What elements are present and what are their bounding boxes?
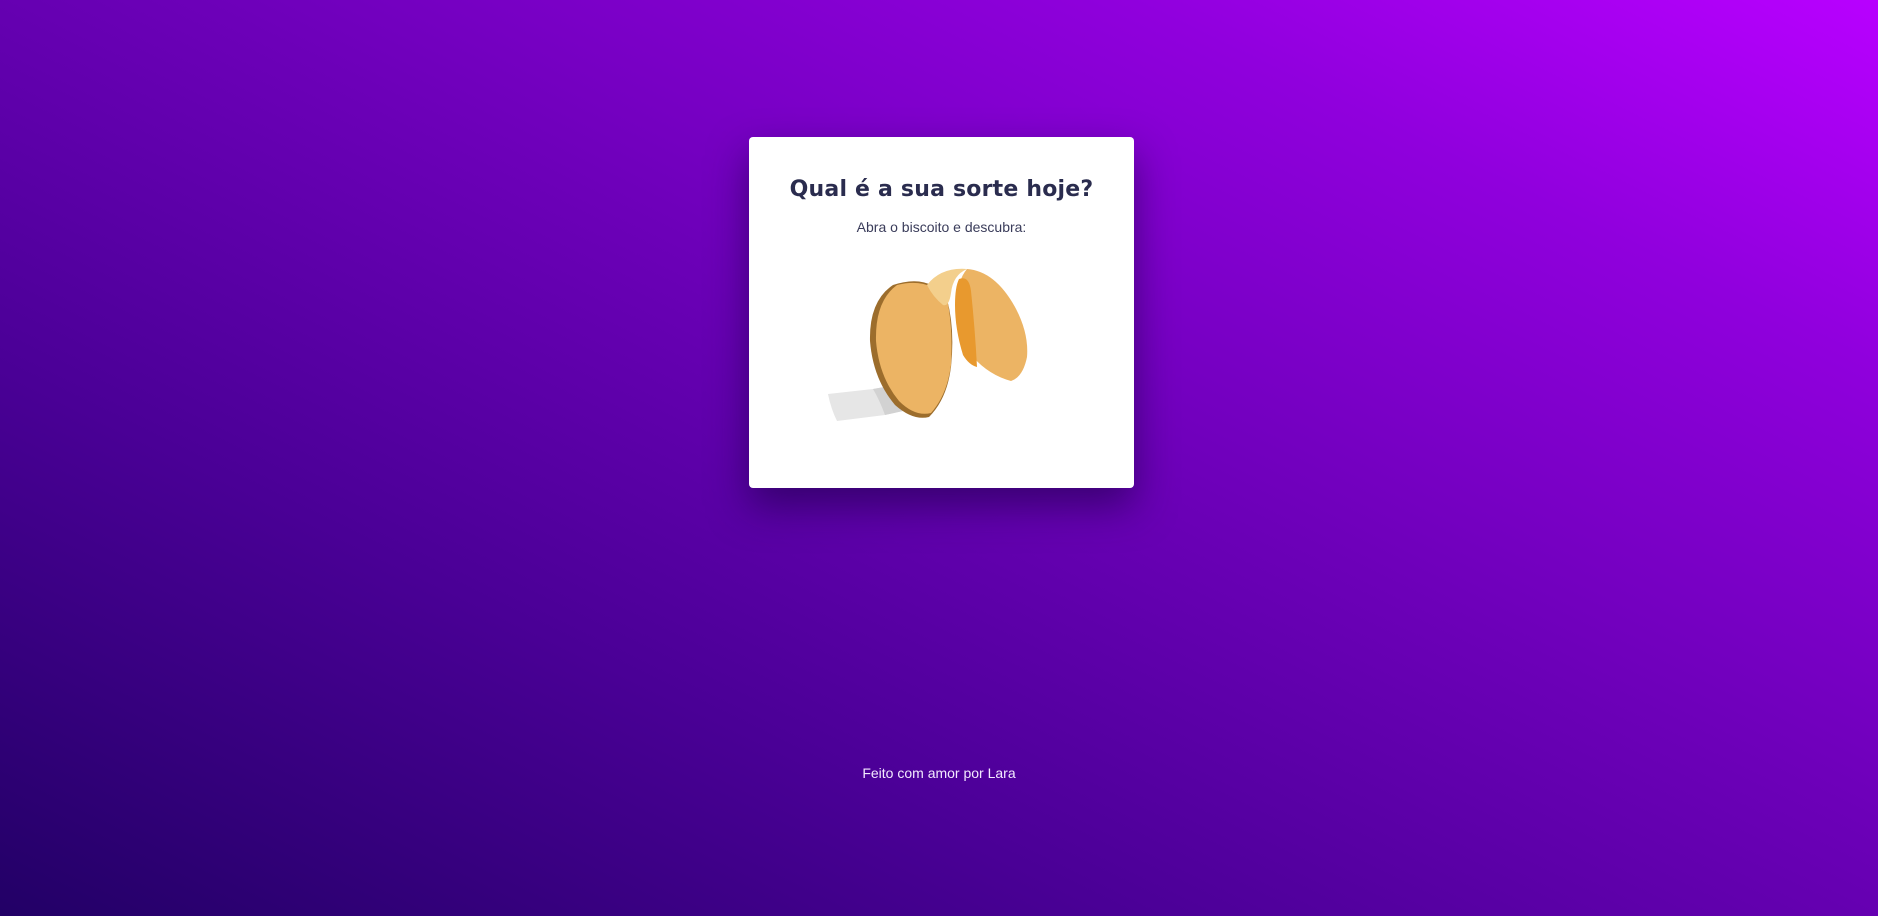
- fortune-cookie-button[interactable]: [825, 249, 1059, 439]
- card-subtitle: Abra o biscoito e descubra:: [856, 219, 1027, 235]
- footer-credit: Feito com amor por Lara: [862, 765, 1016, 781]
- fortune-cookie-icon: [828, 268, 1028, 421]
- fortune-card: Qual é a sua sorte hoje? Abra o biscoito…: [749, 137, 1134, 488]
- card-title: Qual é a sua sorte hoje?: [789, 177, 1094, 202]
